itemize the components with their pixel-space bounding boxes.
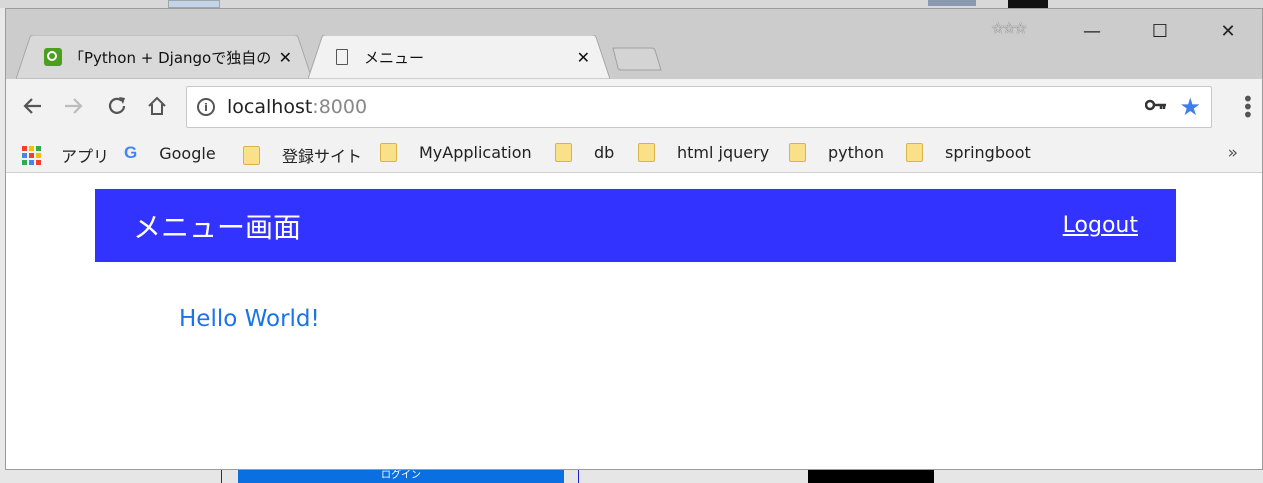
key-icon[interactable]: [1144, 96, 1167, 117]
bookmark-label: Google: [159, 143, 216, 163]
new-tab-button[interactable]: [612, 47, 662, 71]
maximize-button[interactable]: ☐: [1126, 9, 1194, 53]
bookmarks-bar: アプリ G Google 登録サイト MyApplication db html…: [6, 135, 1262, 173]
folder-icon: [789, 143, 806, 162]
close-tab-icon[interactable]: ✕: [279, 48, 292, 67]
folder-icon: [638, 143, 655, 162]
bookmark-label: springboot: [945, 143, 1031, 162]
page-header: メニュー画面 Logout: [95, 189, 1176, 262]
desktop-background-bottom: [0, 470, 1263, 483]
bookmark-label: 登録サイト: [282, 147, 363, 166]
tab-django-article[interactable]: 「Python + Djangoで独自の ✕: [16, 35, 312, 79]
url-host: localhost: [227, 96, 313, 118]
bookmark-apps[interactable]: アプリ: [22, 143, 109, 167]
background-login-button: ログイン: [238, 470, 564, 483]
extension-stars: ☆☆☆: [991, 19, 1027, 37]
close-window-button[interactable]: ✕: [1194, 9, 1262, 53]
bookmark-folder-html-jquery[interactable]: html jquery: [638, 143, 769, 162]
bookmark-star-icon[interactable]: ★: [1179, 93, 1201, 121]
logout-link[interactable]: Logout: [1063, 213, 1138, 238]
url-port: :8000: [312, 96, 368, 118]
bookmark-folder-springboot[interactable]: springboot: [906, 143, 1031, 162]
bookmark-label: db: [594, 143, 615, 162]
browser-window: ☆☆☆ — ☐ ✕ 「Python + Djangoで独自の ✕ メニュー ✕ …: [5, 8, 1263, 470]
bookmark-folder-registration[interactable]: 登録サイト: [243, 143, 362, 167]
title-bar: ☆☆☆ — ☐ ✕ 「Python + Djangoで独自の ✕ メニュー ✕: [6, 9, 1262, 79]
background-black-panel: [808, 470, 934, 483]
folder-icon: [555, 143, 572, 162]
bookmark-label: アプリ: [61, 147, 110, 166]
home-icon[interactable]: [142, 91, 172, 121]
page-title: メニュー画面: [133, 210, 302, 244]
forward-arrow-icon[interactable]: [58, 91, 88, 121]
bookmark-label: MyApplication: [419, 143, 532, 162]
bookmark-folder-myapplication[interactable]: MyApplication: [380, 143, 532, 162]
minimize-button[interactable]: —: [1058, 9, 1126, 53]
background-window-fragment: [168, 0, 220, 8]
bookmark-label: python: [828, 143, 884, 162]
folder-icon: [380, 143, 397, 162]
bookmark-folder-db[interactable]: db: [555, 143, 614, 162]
greeting-text: Hello World!: [179, 306, 320, 332]
background-window-fragment: [1008, 0, 1048, 8]
chrome-menu-icon[interactable]: • • •: [1242, 89, 1254, 125]
close-tab-icon[interactable]: ✕: [577, 48, 590, 67]
qiita-favicon-icon: [44, 48, 62, 66]
folder-icon: [906, 143, 923, 162]
info-icon[interactable]: i: [197, 98, 215, 116]
bookmark-label: html jquery: [677, 143, 770, 162]
bookmark-google[interactable]: G Google: [124, 143, 216, 163]
background-window-fragment: [928, 0, 976, 6]
tab-title: 「Python + Djangoで独自の: [69, 48, 272, 67]
bookmarks-overflow-icon[interactable]: »: [1228, 143, 1238, 163]
page-content: メニュー画面 Logout Hello World!: [6, 173, 1262, 469]
bookmark-folder-python[interactable]: python: [789, 143, 884, 162]
tab-menu[interactable]: メニュー ✕: [308, 35, 610, 79]
address-bar[interactable]: i localhost:8000 ★: [186, 86, 1212, 128]
browser-toolbar: i localhost:8000 ★ • • •: [6, 79, 1262, 135]
google-icon: G: [124, 143, 138, 162]
back-arrow-icon[interactable]: [18, 91, 48, 121]
window-controls: — ☐ ✕: [1058, 9, 1262, 53]
apps-icon: [22, 145, 41, 165]
folder-icon: [243, 145, 260, 165]
tab-title: メニュー: [364, 48, 425, 67]
document-favicon-icon: [336, 49, 348, 65]
reload-icon[interactable]: [102, 91, 132, 121]
